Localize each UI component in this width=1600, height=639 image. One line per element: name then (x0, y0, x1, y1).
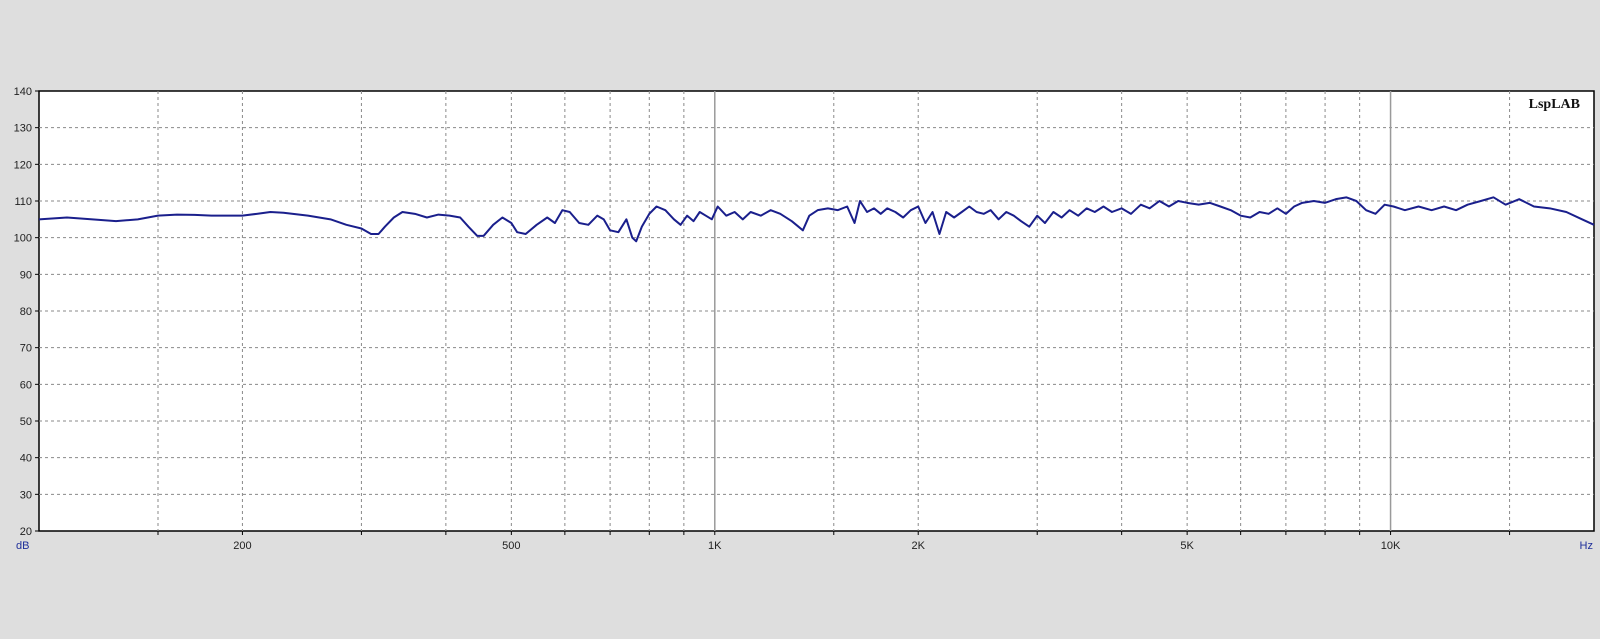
x-tick-label-2K: 2K (911, 540, 925, 552)
y-tick-label-130: 130 (14, 123, 32, 135)
y-tick-label-110: 110 (14, 196, 32, 208)
x-unit-label: Hz (1580, 540, 1593, 552)
x-tick-label-10K: 10K (1381, 540, 1401, 552)
frequency-response-chart: 20 30 40 50 60 70 80 90 100 110 120 130 140 200 500 1K 2… (0, 0, 1600, 639)
x-tick-label-1K: 1K (708, 540, 722, 552)
y-tick-label-40: 40 (20, 453, 32, 465)
y-tick-label-50: 50 (20, 416, 32, 428)
y-tick-label-30: 30 (20, 489, 32, 501)
y-tick-label-90: 90 (20, 269, 32, 281)
y-unit-label: dB (16, 540, 29, 552)
y-tick-label-20: 20 (20, 526, 32, 538)
brand-label: LspLAB (1529, 97, 1580, 112)
y-tick-label-70: 70 (20, 343, 32, 355)
x-tick-label-500: 500 (502, 540, 520, 552)
x-tick-label-200: 200 (233, 540, 251, 552)
y-tick-label-80: 80 (20, 306, 32, 318)
chart-svg: 20 30 40 50 60 70 80 90 100 110 120 130 140 200 500 1K 2… (14, 86, 1595, 552)
y-tick-label-120: 120 (14, 159, 32, 171)
x-tick-label-5K: 5K (1180, 540, 1194, 552)
y-tick-label-100: 100 (14, 233, 32, 245)
y-tick-label-140: 140 (14, 86, 32, 98)
y-tick-label-60: 60 (20, 379, 32, 391)
